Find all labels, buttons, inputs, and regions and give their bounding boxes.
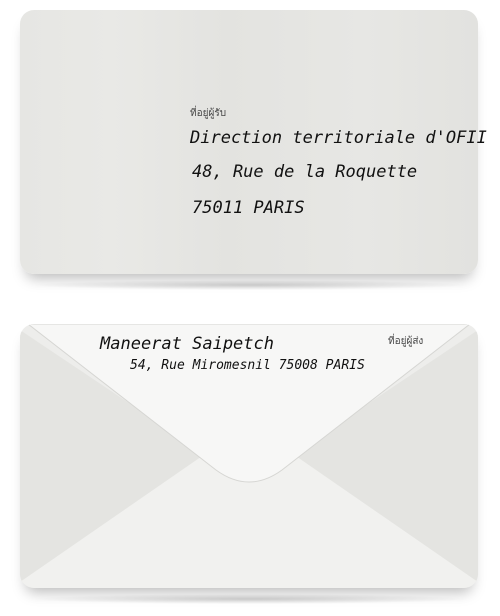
envelope-front: ที่อยู่ผู้รับ Direction territoriale d'O… (20, 10, 487, 274)
front-shadow (30, 280, 470, 290)
recipient-line-1: Direction territoriale d'OFII (190, 128, 487, 148)
recipient-line-3: 75011 PARIS (192, 198, 305, 218)
recipient-line-2: 48, Rue de la Roquette (192, 162, 418, 182)
sender-line-2: 54, Rue Miromesnil 75008 PARIS (130, 358, 365, 373)
sender-label: ที่อยู่ผู้ส่ง (388, 336, 424, 347)
sender-line-1: Maneerat Saipetch (100, 334, 274, 354)
envelope-back: ที่อยู่ผู้ส่ง Maneerat Saipetch 54, Rue … (20, 324, 478, 588)
back-shadow (30, 594, 470, 604)
recipient-label: ที่อยู่ผู้รับ (190, 108, 227, 119)
